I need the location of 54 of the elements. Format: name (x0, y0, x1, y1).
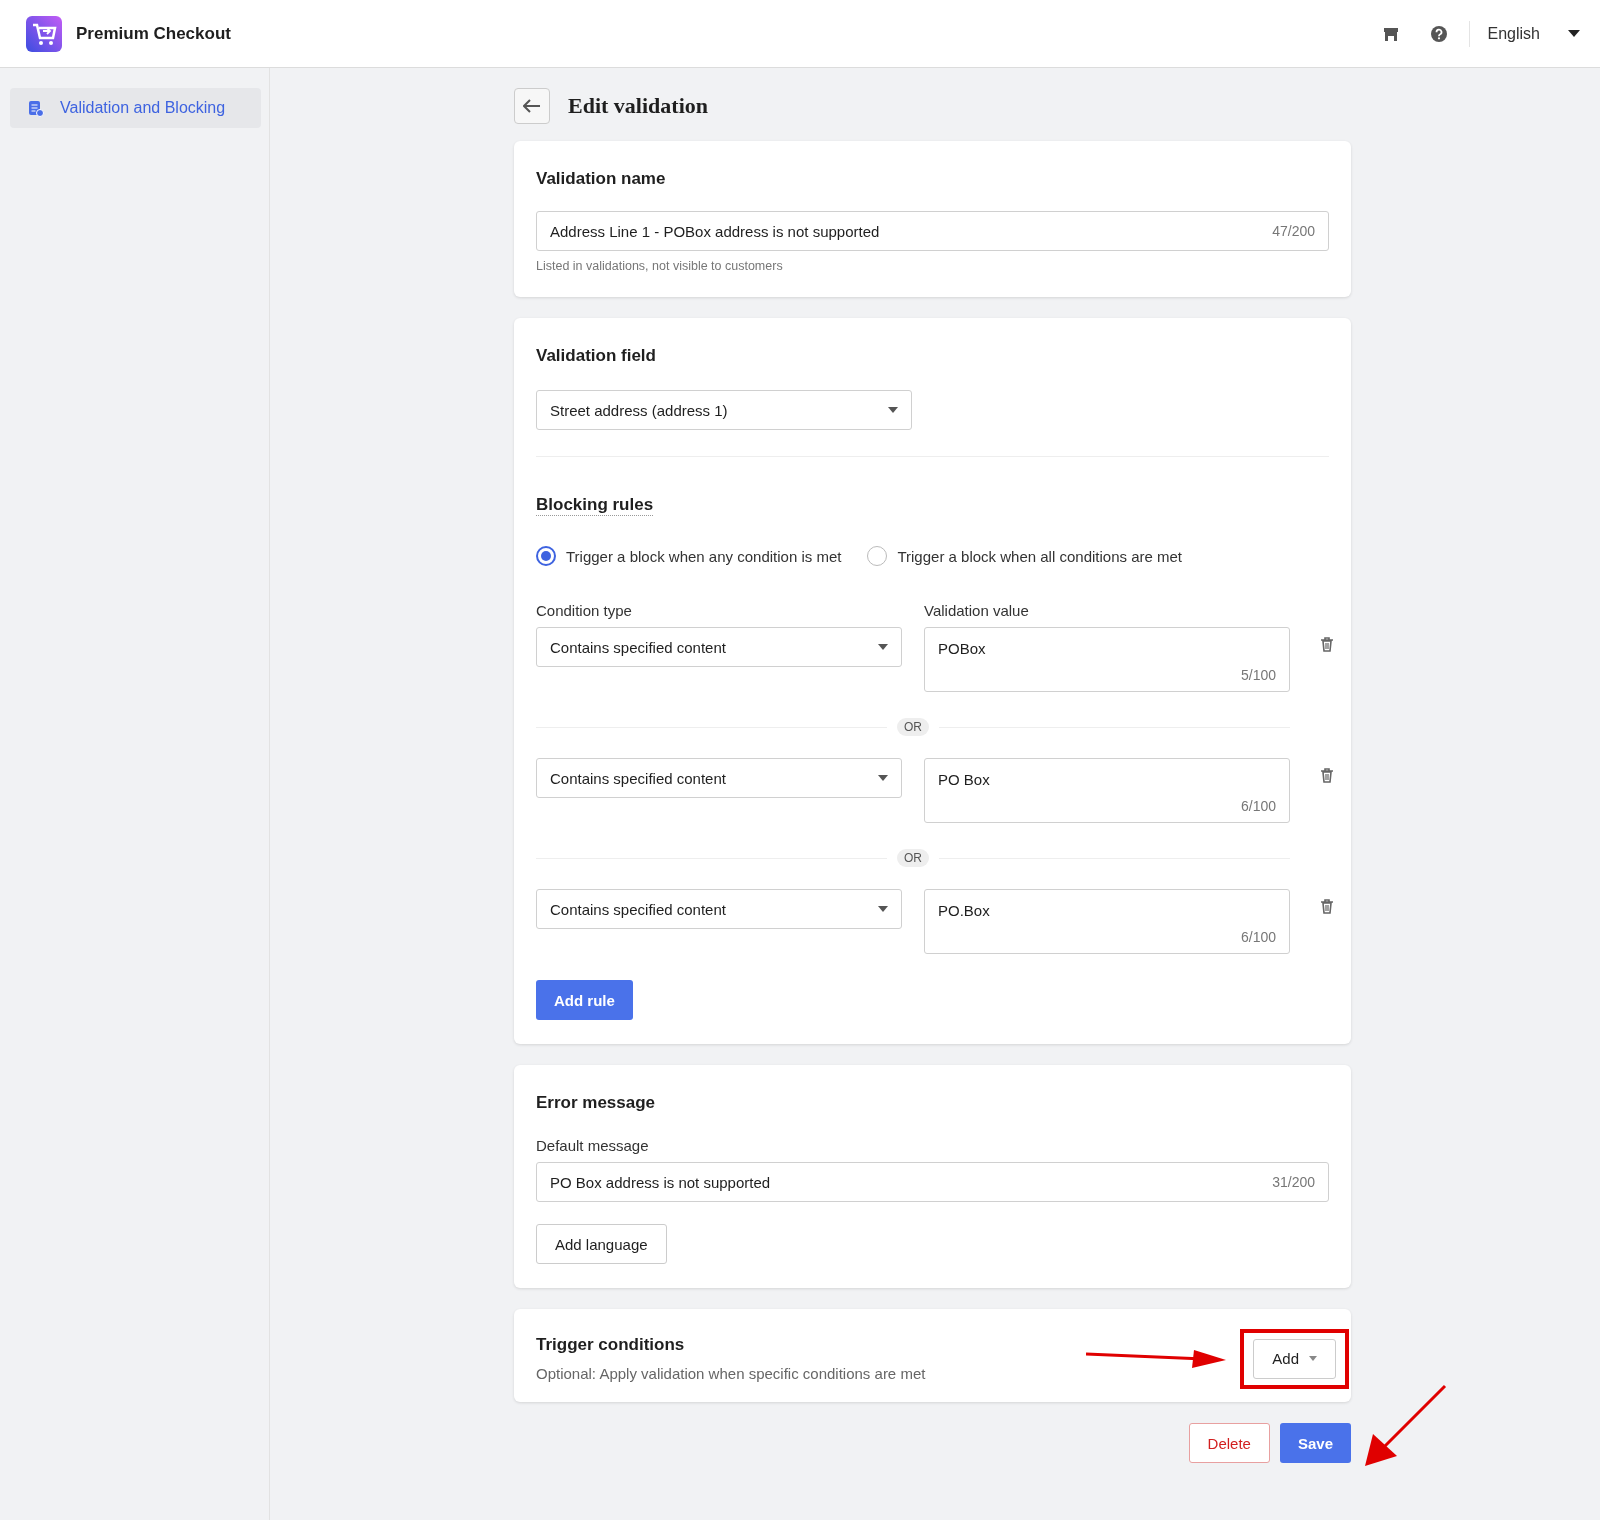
value-input-field[interactable]: PO Box 6/100 (924, 758, 1290, 823)
field-label: Condition type (536, 602, 633, 619)
add-rule-button[interactable]: Add rule (536, 980, 633, 1020)
help-icon[interactable] (1430, 25, 1447, 42)
language-select[interactable]: English (1468, 20, 1580, 47)
caret-icon (878, 644, 888, 650)
caret-icon (878, 906, 888, 912)
back-arrow-icon (523, 99, 541, 113)
radio-option[interactable]: Trigger a block when all conditions are met (867, 546, 1182, 566)
or-separator: OR (897, 849, 929, 867)
or-separator: OR (897, 718, 929, 736)
section-title: Trigger conditions (536, 1335, 686, 1355)
condition-select[interactable]: Contains specified content (536, 758, 902, 798)
section-title: Validation field (536, 346, 656, 366)
char-counter: 6/100 (1240, 929, 1276, 945)
condition-select[interactable]: Contains specified content (536, 627, 902, 667)
app-name: Premium Checkout (76, 23, 232, 44)
back-button[interactable] (514, 88, 550, 124)
field-label: Validation value (924, 602, 1030, 619)
caret-icon (878, 775, 888, 781)
section-title: Error message (536, 1093, 656, 1113)
field-label: Default message (536, 1137, 650, 1154)
field-select[interactable]: Street address (address 1) (536, 390, 912, 430)
document-icon (28, 99, 44, 117)
section-title: Blocking rules (536, 495, 654, 516)
add-condition-button[interactable]: Add (1253, 1338, 1336, 1379)
page-title: Edit validation (568, 93, 708, 119)
char-counter: 5/100 (1240, 667, 1276, 683)
save-button[interactable]: Save (1279, 1423, 1351, 1463)
trash-icon (1320, 637, 1334, 652)
message-input-field[interactable]: PO Box address is not supported 31/200 (536, 1162, 1329, 1202)
trash-icon (1320, 768, 1334, 783)
section-description: Optional: Apply validation when specific conditions are met (536, 1365, 927, 1382)
store-icon[interactable] (1382, 26, 1399, 41)
value-input-field[interactable]: PO.Box 6/100 (924, 889, 1290, 954)
add-language-button[interactable]: Add language (536, 1224, 667, 1264)
name-input-field[interactable]: Address Line 1 - POBox address is not supported 47/200 (536, 211, 1329, 251)
section-title: Validation name (536, 169, 666, 189)
caret-icon (888, 407, 898, 413)
char-counter: 31/200 (1272, 1174, 1315, 1190)
delete-button[interactable]: Delete (1188, 1423, 1270, 1463)
char-counter: 6/100 (1240, 798, 1276, 814)
sidebar-item[interactable]: Validation and Blocking (10, 88, 261, 128)
char-counter: 47/200 (1272, 223, 1315, 239)
radio-label: Trigger a block when all conditions are met (897, 547, 1182, 565)
radio-option[interactable]: Trigger a block when any condition is met (536, 546, 842, 566)
value-input-field[interactable]: POBox 5/100 (924, 627, 1290, 692)
caret-icon (1568, 30, 1580, 37)
cart-logo-icon (26, 15, 62, 52)
condition-select[interactable]: Contains specified content (536, 889, 902, 929)
radio-label: Trigger a block when any condition is met (566, 547, 842, 565)
field-hint: Listed in validations, not visible to customers (536, 259, 784, 273)
trash-icon (1320, 899, 1334, 914)
caret-icon (1309, 1356, 1317, 1361)
